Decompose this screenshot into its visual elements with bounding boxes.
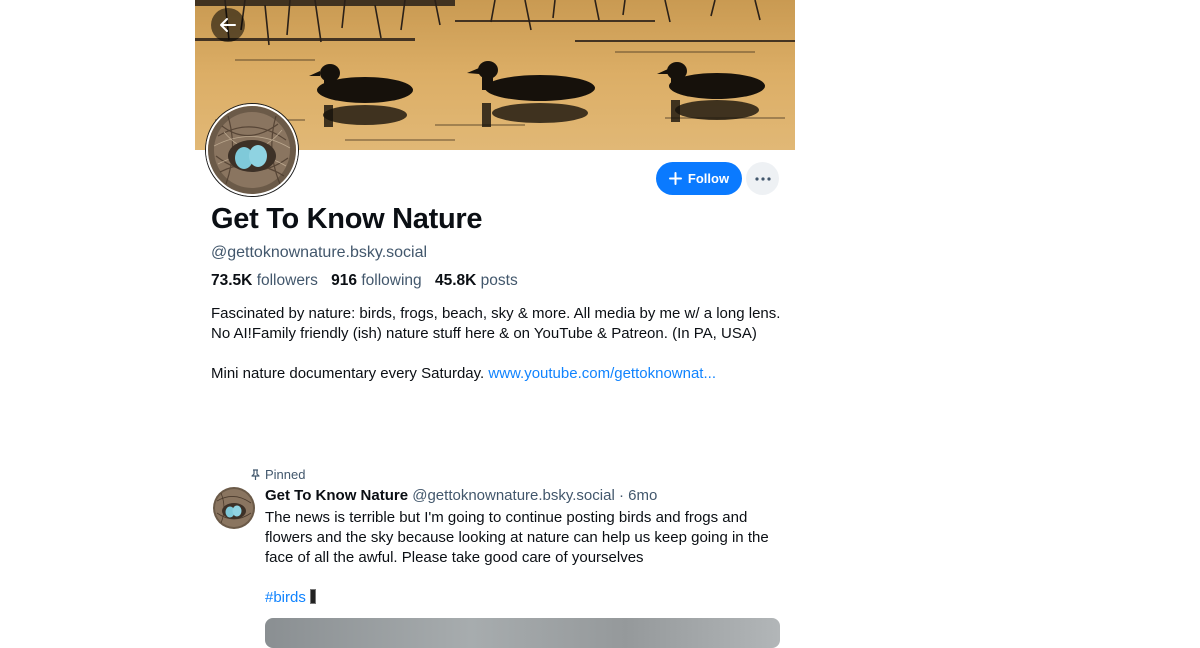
bio-youtube-link[interactable]: www.youtube.com/gettoknownat... [488, 365, 716, 382]
nest-eggs-avatar-image [213, 487, 255, 529]
pin-icon [251, 468, 260, 480]
pinned-indicator: Pinned [250, 467, 305, 482]
post-body: The news is terrible but I'm going to co… [265, 508, 775, 608]
back-button[interactable] [211, 8, 245, 42]
profile-column: Follow Get To Know Nature @gettoknownatu… [195, 0, 795, 648]
more-options-button[interactable] [746, 162, 779, 195]
followers-count: 73.5K [211, 272, 253, 289]
bio-text-2: Mini nature documentary every Saturday. [211, 365, 485, 382]
posts-stat: 45.8K posts [435, 272, 518, 289]
profile-display-name: Get To Know Nature [211, 203, 483, 235]
followers-link[interactable]: 73.5K followers [211, 272, 318, 289]
profile-stats: 73.5K followers 916 following 45.8K post… [211, 272, 518, 290]
post-image[interactable] [265, 618, 780, 648]
pinned-label: Pinned [265, 467, 306, 482]
post-author-avatar[interactable] [213, 487, 255, 529]
nest-eggs-avatar-image [208, 106, 296, 194]
profile-handle: @gettoknownature.bsky.social [211, 244, 428, 261]
ellipsis-icon [754, 176, 771, 181]
followers-label: followers [256, 272, 318, 289]
post-text: The news is terrible but I'm going to co… [265, 509, 769, 566]
emoji-glyph [309, 589, 316, 604]
post-author-name[interactable]: Get To Know Nature [265, 487, 408, 504]
following-label: following [361, 272, 422, 289]
follow-button[interactable]: Follow [656, 162, 742, 195]
hashtag-link[interactable]: #birds [265, 589, 306, 606]
profile-avatar[interactable] [206, 104, 298, 196]
plus-icon [668, 172, 682, 185]
post-timestamp[interactable]: 6mo [628, 487, 657, 504]
posts-label: posts [480, 272, 518, 289]
posts-count: 45.8K [434, 272, 477, 289]
profile-bio: Fascinated by nature: birds, frogs, beac… [211, 304, 781, 384]
following-link[interactable]: 916 following [331, 272, 422, 289]
post-author-handle[interactable]: @gettoknownature.bsky.social [412, 487, 615, 504]
post-separator: · [618, 487, 624, 504]
arrow-left-icon [220, 18, 236, 32]
follow-label: Follow [687, 171, 730, 186]
following-count: 916 [331, 272, 358, 289]
bio-text: Fascinated by nature: birds, frogs, beac… [211, 305, 781, 342]
post-header: Get To Know Nature @gettoknownature.bsky… [265, 487, 657, 504]
